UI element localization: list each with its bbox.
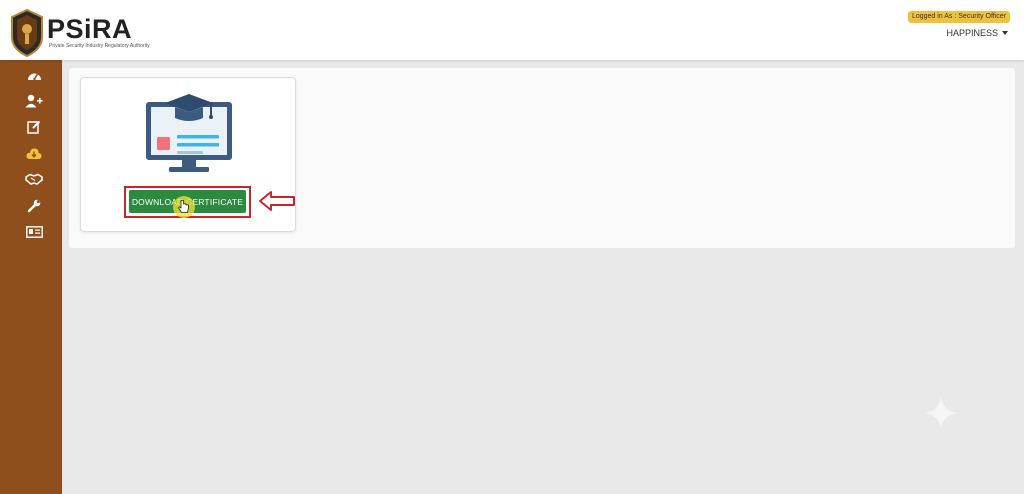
annotation-arrow-icon	[259, 191, 295, 211]
sparkle-icon	[925, 397, 957, 429]
handshake-icon	[25, 173, 43, 185]
sidebar-item-id-card[interactable]	[25, 223, 43, 241]
sidebar-item-download[interactable]	[25, 144, 43, 162]
user-name: HAPPINESS	[946, 28, 998, 38]
top-bar: PSiRA Private Security Industry Regulato…	[0, 0, 1024, 60]
certificate-illustration-icon	[146, 94, 232, 172]
download-certificate-button[interactable]: DOWNLOAD CERTIFICATE	[129, 190, 246, 213]
add-user-icon	[25, 94, 43, 108]
sidebar-item-tools[interactable]	[25, 197, 43, 215]
wrench-icon	[27, 199, 41, 213]
psira-logo[interactable]: PSiRA Private Security Industry Regulato…	[10, 9, 150, 57]
role-badge: Logged in As : Security Officer	[907, 11, 1010, 23]
brand-name: PSiRA	[47, 14, 133, 44]
cloud-download-icon	[26, 147, 42, 159]
sidebar-item-dashboard[interactable]	[25, 66, 43, 84]
caret-down-icon	[1002, 31, 1008, 35]
brand-tagline: Private Security Industry Regulatory Aut…	[49, 43, 150, 49]
id-card-icon	[25, 226, 43, 238]
user-menu[interactable]: HAPPINESS	[946, 28, 1008, 38]
dashboard-icon	[27, 73, 41, 80]
edit-icon	[27, 120, 41, 134]
sidebar-item-edit[interactable]	[25, 118, 43, 136]
psira-badge-icon	[11, 9, 43, 57]
sidebar	[0, 60, 62, 494]
sidebar-item-add-user[interactable]	[25, 92, 43, 110]
sidebar-item-handshake[interactable]	[25, 170, 43, 188]
